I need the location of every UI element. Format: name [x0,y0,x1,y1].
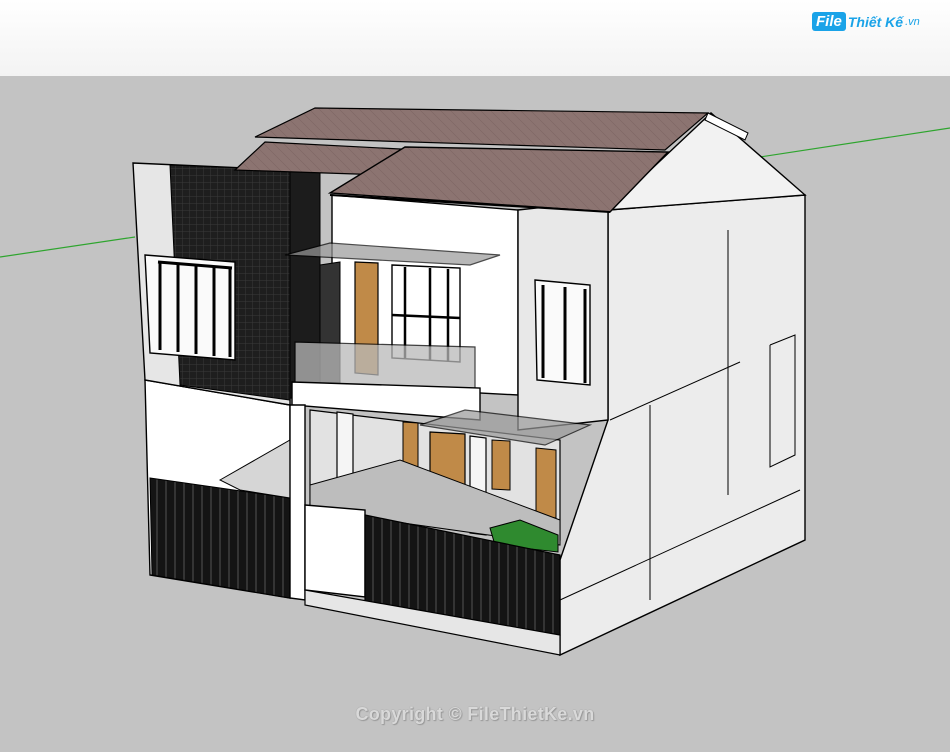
lower-window-right [491,439,511,491]
green-axis-left [0,236,136,258]
lower-window-far-right [535,447,557,519]
front-low-wall [304,504,366,598]
back-roof [254,107,710,151]
house-model[interactable] [0,0,950,752]
logo-suffix: .vn [905,15,920,28]
gate-post [289,404,306,601]
left-fence [149,477,291,599]
modeling-viewport[interactable]: File Thiết Kế .vn Copyright © FileThietK… [0,0,950,752]
green-axis-right [759,127,950,158]
logo-badge: File [812,12,846,31]
copyright-watermark: Copyright © FileThietKe.vn [355,704,595,724]
logo-text: Thiết Kế [847,13,904,30]
filethietke-logo[interactable]: File Thiết Kế .vn [812,12,920,31]
